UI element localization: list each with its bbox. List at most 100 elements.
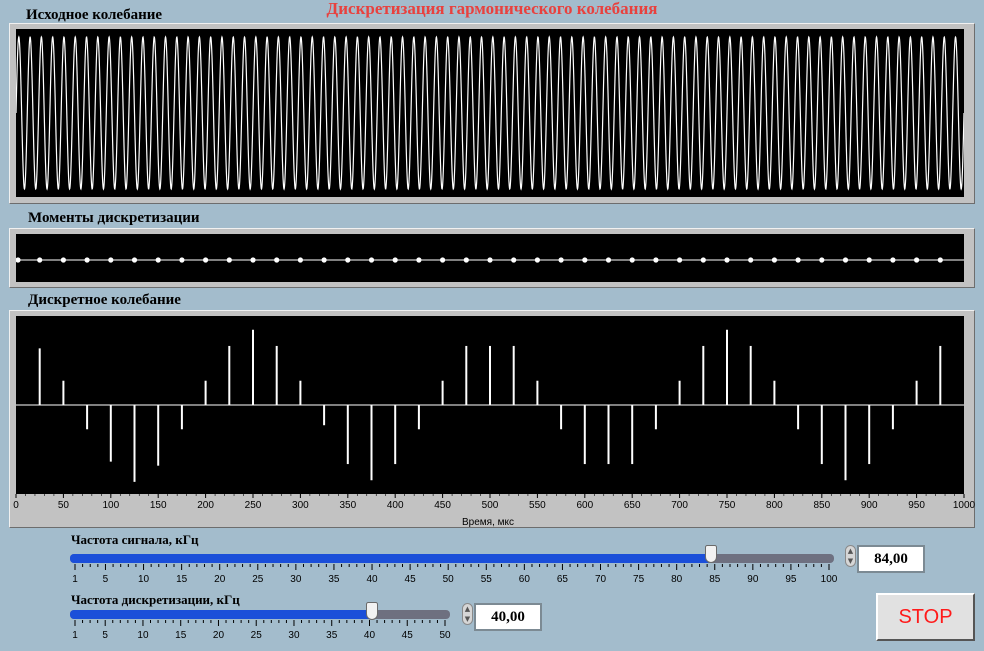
discrete-x-tick-label: 600 <box>576 500 593 511</box>
sample-freq-label: Частота дискретизации, кГц <box>71 592 240 607</box>
sampling-moment-point <box>440 257 446 263</box>
discrete-x-tick-label: 950 <box>908 500 925 511</box>
discrete-x-tick-label: 150 <box>150 500 167 511</box>
discrete-x-tick-label: 400 <box>387 500 404 511</box>
sampling-moment-point <box>819 257 825 263</box>
signal-freq-scale-tick-label: 50 <box>443 574 455 585</box>
stop-button[interactable]: STOP <box>876 593 975 641</box>
signal-freq-slider-thumb[interactable] <box>704 545 717 563</box>
signal-freq-scale-tick-label: 30 <box>290 574 302 585</box>
sampling-moment-point <box>179 257 185 263</box>
sample-freq-slider-thumb[interactable] <box>366 602 379 620</box>
signal-freq-scale-tick-label: 45 <box>405 574 417 585</box>
signal-freq-scale-tick-label: 75 <box>633 574 645 585</box>
sampling-moment-point <box>84 257 90 263</box>
sampling-moment-point <box>653 257 659 263</box>
sampling-moment-point <box>511 257 517 263</box>
signal-freq-scale-tick-label: 15 <box>176 574 188 585</box>
sampling-moment-point <box>866 257 872 263</box>
signal-freq-fill <box>70 554 711 563</box>
signal-freq-scale-tick-label: 55 <box>481 574 493 585</box>
sampling-moment-point <box>842 257 849 263</box>
signal-freq-label: Частота сигнала, кГц <box>71 532 199 547</box>
source-graph-label: Исходное колебание <box>26 7 163 23</box>
discrete-x-tick-label: 500 <box>482 500 499 511</box>
sampling-moment-point <box>582 257 588 263</box>
signal-freq-scale: 1 5 10 15 20 25 30 35 40 45 50 55 60 65 70 75 80 85 90 95 10… <box>72 564 838 585</box>
moments-graph-frame <box>9 228 975 288</box>
discrete-graph-plot[interactable] <box>16 316 964 494</box>
source-sine-line <box>16 35 964 191</box>
sampling-moment-point <box>297 257 303 263</box>
sampling-moment-point <box>463 257 469 263</box>
source-graph-plot[interactable] <box>16 29 964 197</box>
discrete-x-tick-label: 250 <box>245 500 262 511</box>
sampling-moment-point <box>345 257 351 263</box>
sample-freq-spin-buttons[interactable]: ▲ ▼ <box>462 603 473 625</box>
signal-freq-value-field[interactable]: 84,00 <box>857 545 925 573</box>
signal-freq-scale-tick-label: 5 <box>103 574 109 585</box>
discrete-x-tick-label: 850 <box>813 500 830 511</box>
discrete-x-tick-label: 700 <box>671 500 688 511</box>
sampling-moment-point <box>226 257 232 263</box>
sampling-moment-point <box>677 257 683 263</box>
discrete-x-tick-label: 0 <box>13 500 19 511</box>
moments-graph-plot[interactable] <box>16 234 964 282</box>
discrete-x-tick-label: 550 <box>529 500 546 511</box>
signal-freq-scale-tick-label: 10 <box>138 574 150 585</box>
sample-freq-scale-tick-label: 50 <box>439 630 451 641</box>
signal-freq-scale-tick-label: 85 <box>709 574 721 585</box>
discrete-graph-frame: Время, мкс 0 50 100 150 200 250 300 350 400 450 50… <box>9 310 976 528</box>
signal-freq-scale-tick-label: 80 <box>671 574 683 585</box>
signal-freq-track[interactable] <box>70 554 834 563</box>
discrete-x-tick-label: 650 <box>624 500 641 511</box>
source-waveform <box>16 35 964 191</box>
sampling-moment-point <box>368 257 375 263</box>
discrete-x-tick-label: 50 <box>58 500 70 511</box>
sampling-moment-point <box>60 257 66 263</box>
signal-freq-scale-tick-label: 65 <box>557 574 569 585</box>
discrete-x-axis: Время, мкс 0 50 100 150 200 250 300 350 400 450 50… <box>13 494 976 528</box>
signal-freq-scale-tick-label: 1 <box>72 574 78 585</box>
sampling-moment-point <box>748 257 754 263</box>
sampling-moment-point <box>108 257 114 263</box>
sampling-moment-point <box>914 257 920 263</box>
sample-freq-value-field[interactable]: 40,00 <box>474 603 542 631</box>
sample-freq-scale: 1 5 10 15 20 25 30 35 40 45 50 <box>72 620 451 641</box>
signal-freq-scale-tick-label: 60 <box>519 574 531 585</box>
sampling-moment-point <box>487 257 493 263</box>
signal-freq-scale-tick-label: 70 <box>595 574 607 585</box>
sample-freq-scale-tick-label: 5 <box>102 630 108 641</box>
signal-freq-scale-tick-label: 95 <box>785 574 797 585</box>
discrete-x-tick-label: 450 <box>434 500 451 511</box>
sampling-moment-point <box>724 257 730 263</box>
sampling-moment-point <box>37 257 43 263</box>
discrete-x-tick-label: 1000 <box>953 500 976 511</box>
sample-freq-track[interactable] <box>70 610 450 619</box>
sampling-moment-point <box>558 257 564 263</box>
signal-freq-spin-buttons[interactable]: ▲ ▼ <box>845 545 856 567</box>
sampling-moments-markers <box>16 257 964 263</box>
sample-freq-scale-tick-label: 1 <box>72 630 78 641</box>
sampling-moment-point <box>534 257 541 263</box>
signal-freq-scale-tick-label: 25 <box>252 574 264 585</box>
sampling-moment-point <box>629 257 635 263</box>
discrete-x-tick-label: 300 <box>292 500 309 511</box>
signal-freq-scale-tick-label: 35 <box>328 574 340 585</box>
discrete-x-tick-label: 200 <box>197 500 214 511</box>
discrete-x-axis-label: Время, мкс <box>462 517 514 528</box>
signal-freq-scale-tick-label: 90 <box>747 574 759 585</box>
sample-freq-scale-tick-label: 10 <box>137 630 149 641</box>
sampling-moment-point <box>795 257 801 263</box>
sample-freq-scale-tick-label: 20 <box>213 630 225 641</box>
sample-freq-fill <box>70 610 373 619</box>
discrete-stem-plot <box>16 329 964 482</box>
sampling-moment-point <box>131 257 138 263</box>
discrete-x-tick-label: 800 <box>766 500 783 511</box>
discrete-x-tick-label: 900 <box>861 500 878 511</box>
discrete-x-tick-label: 350 <box>339 500 356 511</box>
sampling-moment-point <box>605 257 612 263</box>
sampling-moment-point <box>203 257 209 263</box>
sampling-moment-point <box>416 257 422 263</box>
sample-freq-scale-tick-label: 35 <box>326 630 338 641</box>
